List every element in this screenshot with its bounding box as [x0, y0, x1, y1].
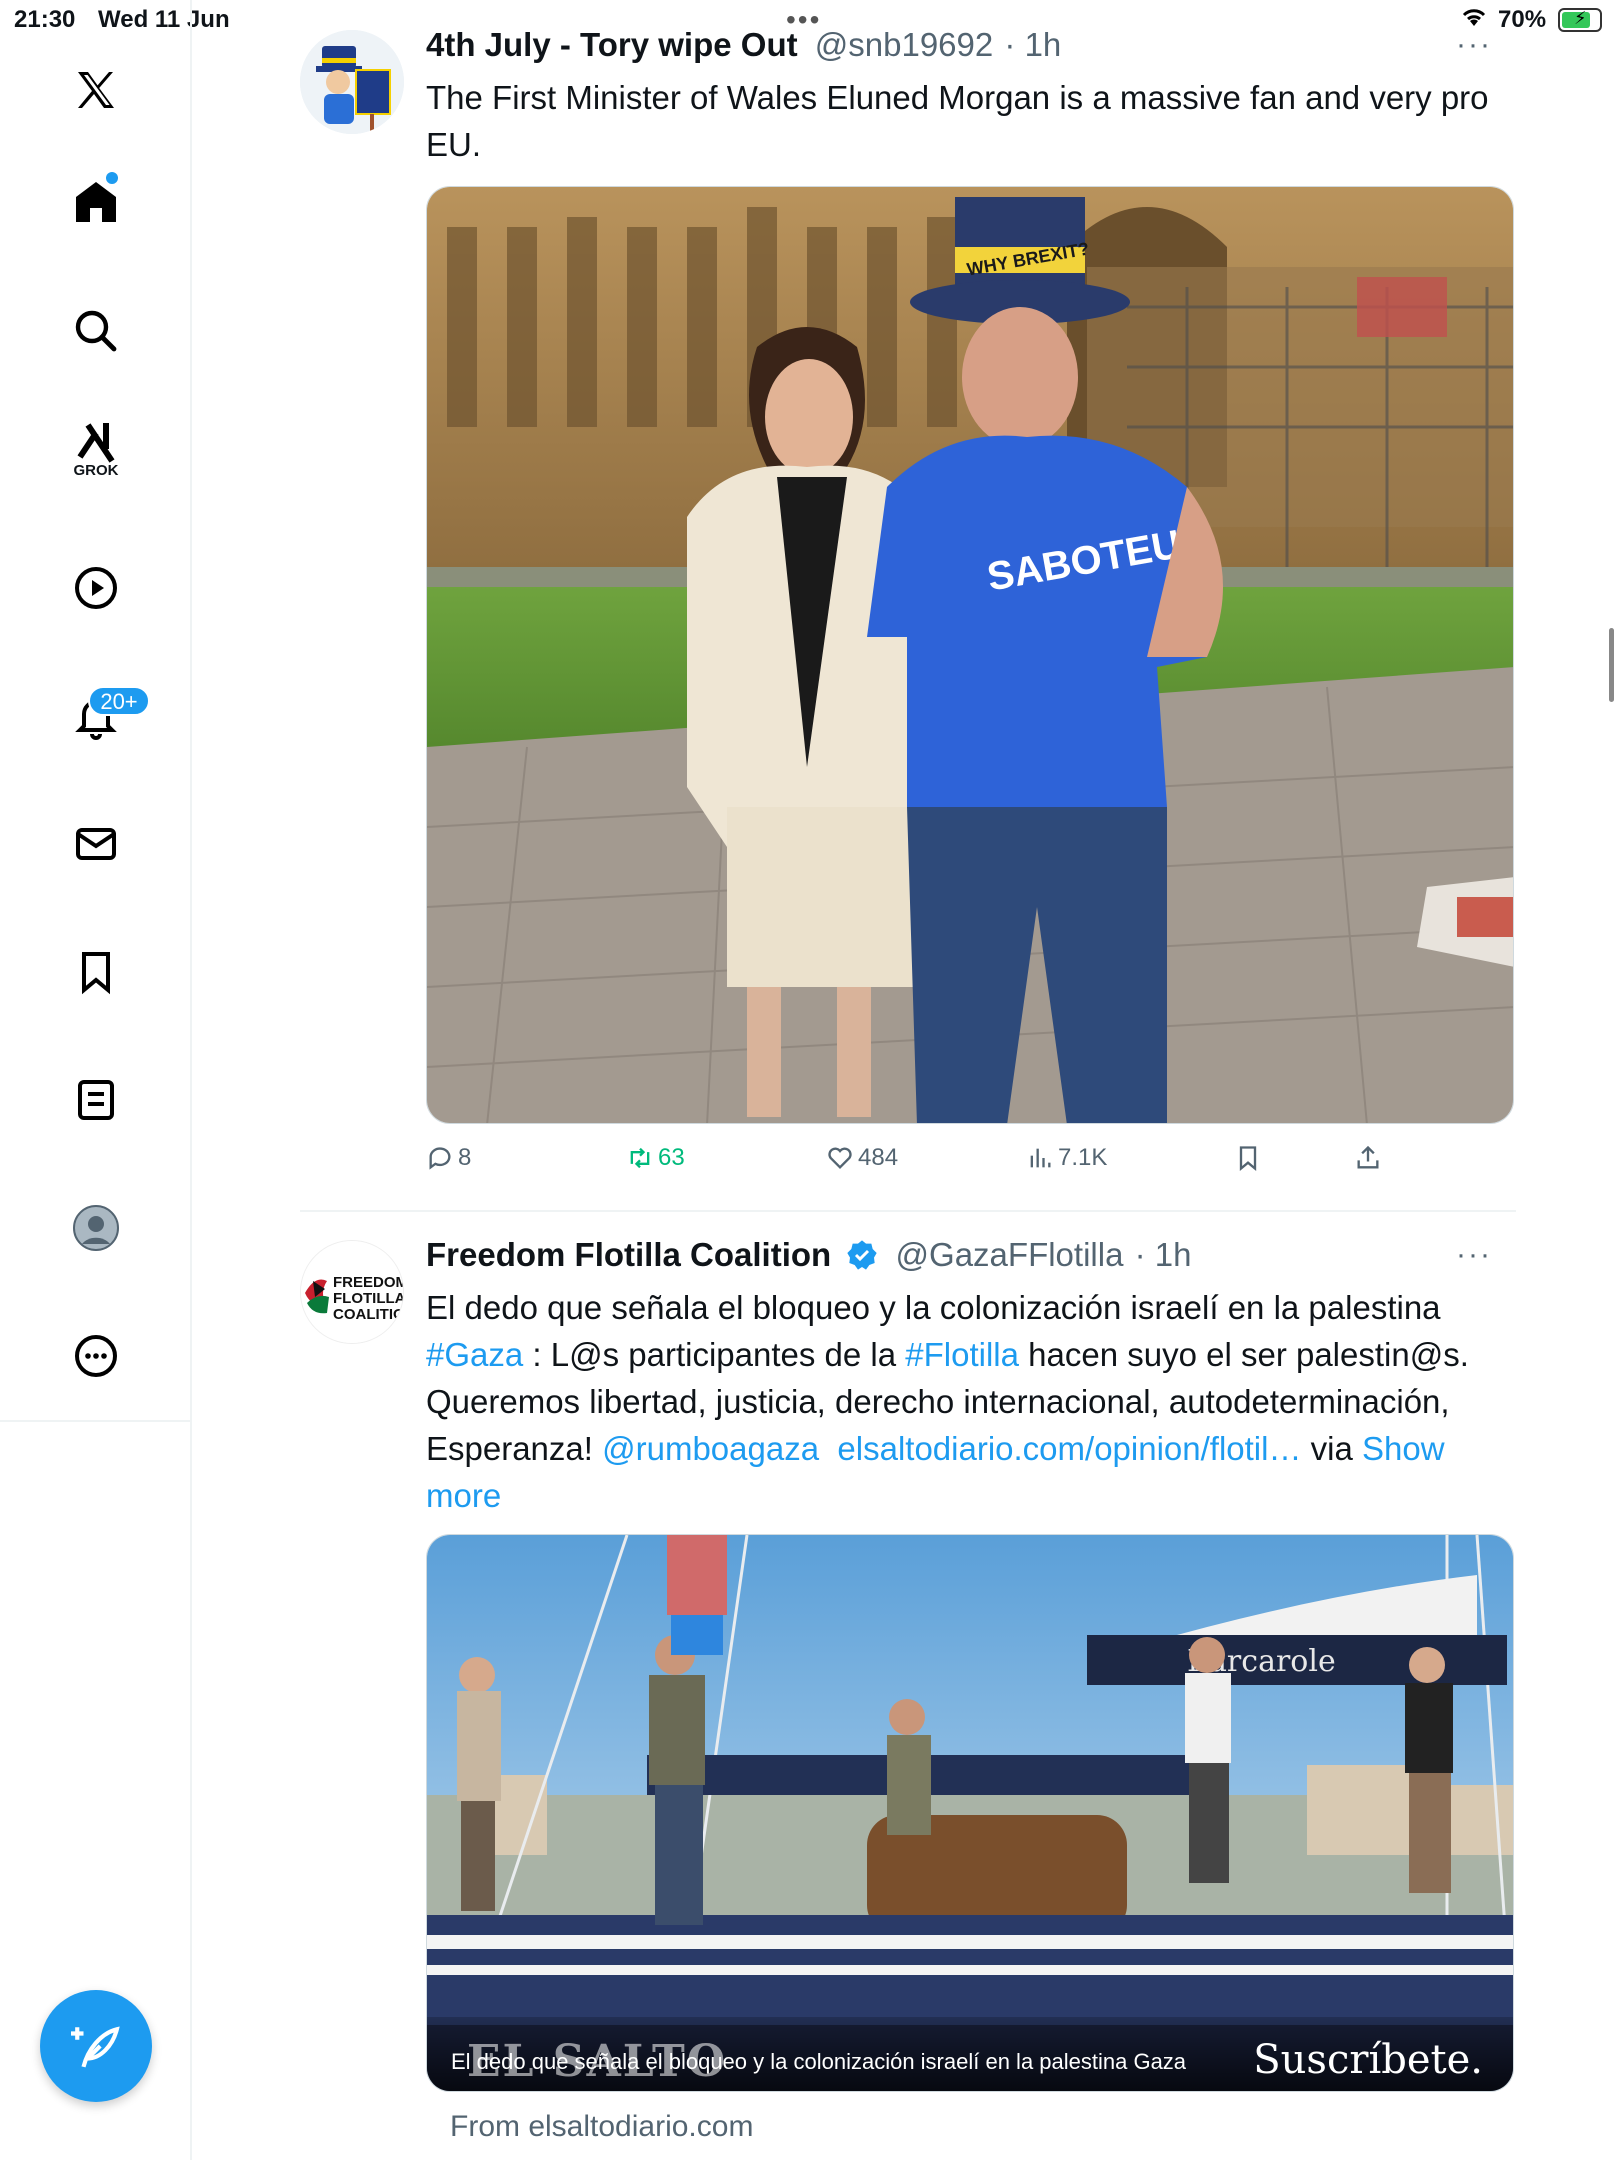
more-options-icon[interactable]: ··· [1456, 1238, 1492, 1272]
profile-icon[interactable] [56, 1188, 136, 1268]
image-brand: Suscríbete. [1253, 2037, 1483, 2083]
avatar[interactable] [300, 30, 404, 134]
tweet-text-line: Queremos libertad, justicia, derecho int… [426, 1383, 1450, 1420]
grok-icon[interactable]: GROK [56, 410, 136, 490]
reply-icon [429, 1147, 451, 1170]
avatar-text: FREEDOM FLOTILLA COALITION [333, 1275, 403, 1323]
heart-icon [828, 1147, 852, 1169]
share-button[interactable] [1354, 1144, 1386, 1172]
tweet-text-fragment: : L@s participantes de la [523, 1336, 906, 1373]
tweet-text-line: #Gaza : L@s participantes de la #Flotill… [426, 1331, 1506, 1378]
wifi-icon [1462, 9, 1486, 26]
sidebar-divider [0, 1420, 192, 1422]
notifications-badge: 20+ [88, 686, 150, 716]
author-handle[interactable]: @snb19692 [815, 26, 993, 63]
battery-icon: ⚡ [1558, 8, 1602, 32]
lists-icon[interactable] [56, 1060, 136, 1140]
tweet-text-fragment: Esperanza! [426, 1430, 603, 1467]
tweet-text-line: Esperanza! @rumboagaza elsaltodiario.com… [426, 1425, 1506, 1519]
link-source[interactable]: From elsaltodiario.com [450, 2110, 753, 2144]
reply-count: 8 [458, 1144, 472, 1171]
search-icon[interactable] [56, 291, 136, 371]
image-caption: El dedo que señala el bloqueo y la colon… [451, 2049, 1187, 2074]
like-count: 484 [858, 1144, 899, 1171]
retweet-count: 63 [658, 1144, 685, 1171]
hashtag-flotilla[interactable]: #Flotilla [905, 1336, 1019, 1373]
views-button[interactable]: 7.1K [1026, 1144, 1107, 1172]
home-icon[interactable] [56, 162, 136, 242]
tweet-text: The First Minister of Wales Eluned Morga… [426, 79, 1489, 163]
compose-button[interactable] [40, 1990, 152, 2102]
x-logo-icon[interactable] [56, 50, 136, 130]
bookmark-button[interactable] [1234, 1144, 1266, 1172]
tweet-image[interactable]: WHY BREXIT? SABOTEUR [426, 186, 1514, 1124]
retweet-button[interactable]: 63 [626, 1144, 685, 1172]
author-name[interactable]: Freedom Flotilla Coalition [426, 1236, 831, 1273]
bookmark-icon[interactable] [56, 932, 136, 1012]
like-button[interactable]: 484 [826, 1144, 898, 1172]
battery-percent: 70% [1498, 6, 1547, 33]
link-card-image[interactable]: Barcarole EL SALTO El dedo que señala el… [426, 1534, 1514, 2092]
scrollbar[interactable] [1609, 628, 1614, 702]
bookmark-outline-icon [1239, 1146, 1257, 1171]
reply-button[interactable]: 8 [426, 1144, 471, 1172]
view-count: 7.1K [1058, 1144, 1108, 1171]
tweet-text: El dedo que señala el bloqueo y la colon… [426, 1284, 1506, 1519]
author-handle[interactable]: @GazaFFlotilla [896, 1236, 1124, 1273]
sidebar: GROK 20+ [0, 0, 192, 2160]
compose-feather-icon [71, 2026, 120, 2068]
retweet-icon [630, 1147, 650, 1169]
mention-link[interactable]: @rumboagaza [602, 1430, 819, 1467]
tweet-text-line: El dedo que señala el bloqueo y la colon… [426, 1289, 1441, 1326]
video-icon[interactable] [56, 548, 136, 628]
hashtag-gaza[interactable]: #Gaza [426, 1336, 523, 1373]
tweet-divider [300, 1210, 1516, 1212]
tweet-actions: 8 63 484 7.1K [426, 1144, 1506, 1184]
more-icon[interactable] [56, 1316, 136, 1396]
avatar[interactable]: FREEDOM FLOTILLA COALITION [300, 1240, 404, 1344]
article-link[interactable]: elsaltodiario.com/opinion/flotil… [837, 1430, 1301, 1467]
more-options-icon[interactable]: ··· [1456, 28, 1492, 62]
mail-icon[interactable] [56, 804, 136, 884]
home-notification-dot [106, 172, 118, 184]
grok-label: GROK [73, 462, 119, 479]
share-icon [1357, 1145, 1379, 1169]
verified-badge-icon [847, 1240, 878, 1270]
author-name[interactable]: 4th July - Tory wipe Out [426, 26, 798, 63]
tweet-text-fragment: via [1301, 1430, 1362, 1467]
tweet-time[interactable]: · 1h [1135, 1236, 1192, 1273]
tweet-text-fragment: hacen suyo el ser palestin@s. [1018, 1336, 1469, 1373]
views-icon [1030, 1148, 1051, 1168]
tweet-time[interactable]: · 1h [1004, 26, 1061, 63]
